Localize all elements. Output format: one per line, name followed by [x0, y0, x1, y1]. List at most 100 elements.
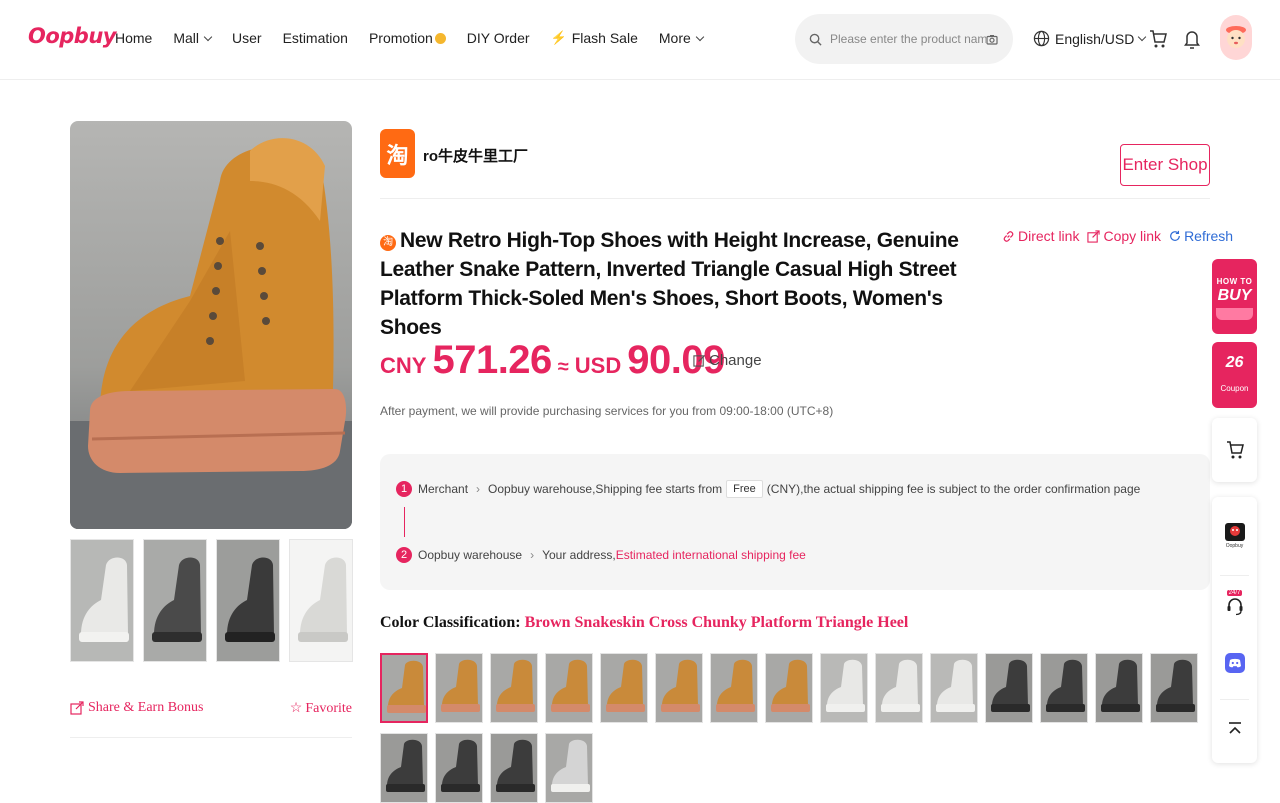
- share-earn-button[interactable]: Share & Earn Bonus: [70, 700, 203, 716]
- swatch-boot-image: [436, 734, 482, 802]
- color-swatch[interactable]: [710, 653, 758, 723]
- color-swatch[interactable]: [985, 653, 1033, 723]
- step-text-after: (CNY),the actual shipping fee is subject…: [766, 482, 1141, 496]
- color-swatch[interactable]: [1150, 653, 1198, 723]
- nav-user-label: User: [232, 30, 262, 46]
- nav-promotion[interactable]: Promotion: [369, 30, 446, 46]
- color-swatch[interactable]: [490, 733, 538, 803]
- thumbnail-boot-image: [217, 540, 279, 661]
- swatch-boot-image: [546, 734, 592, 802]
- price-cny-value: 571.26: [432, 338, 552, 382]
- color-swatch[interactable]: [1095, 653, 1143, 723]
- discord-button[interactable]: [1212, 645, 1257, 681]
- nav-home[interactable]: Home: [115, 30, 152, 46]
- color-swatch[interactable]: [490, 653, 538, 723]
- shop-name[interactable]: ro牛皮牛里工厂: [423, 145, 528, 166]
- how-to-buy-button[interactable]: HOW TO BUY: [1212, 259, 1257, 334]
- howto-decoration: [1216, 308, 1253, 320]
- nav-more[interactable]: More: [659, 30, 705, 46]
- color-swatch[interactable]: [765, 653, 813, 723]
- back-to-top-button[interactable]: [1212, 711, 1257, 747]
- change-label: Change: [709, 352, 762, 369]
- lightning-icon: ⚡: [550, 30, 567, 45]
- thumbnail-boot-image: [144, 540, 206, 661]
- step-number: 2: [396, 547, 412, 563]
- swatch-boot-image: [821, 654, 867, 722]
- globe-icon: [1033, 30, 1050, 47]
- nav-user[interactable]: User: [232, 30, 262, 46]
- mascot-icon: [1224, 522, 1245, 541]
- price-usd-currency: USD: [574, 353, 622, 378]
- nav-mall[interactable]: Mall: [173, 30, 213, 46]
- floating-cart-button[interactable]: [1212, 418, 1257, 482]
- price-approx-sign: ≈: [557, 356, 569, 378]
- divider: [380, 198, 1210, 199]
- site-logo[interactable]: Oopbuy: [28, 24, 116, 48]
- thumbnail-boot-image: [71, 540, 133, 661]
- language-currency-selector[interactable]: English/USD: [1033, 30, 1147, 47]
- product-link-actions: Direct link Copy link Refresh: [1002, 228, 1233, 244]
- top-navigation-bar: Oopbuy Home Mall User Estimation Promoti…: [0, 0, 1280, 80]
- user-avatar[interactable]: [1220, 15, 1252, 60]
- thumbnail-4[interactable]: [289, 539, 353, 662]
- brand-mini-button[interactable]: Oopbuy: [1212, 515, 1257, 555]
- color-swatch[interactable]: [655, 653, 703, 723]
- swatch-boot-image: [1041, 654, 1087, 722]
- color-swatch[interactable]: [875, 653, 923, 723]
- shipping-info-box: 1 Merchant › Oopbuy warehouse,Shipping f…: [380, 454, 1210, 590]
- color-swatch[interactable]: [435, 733, 483, 803]
- thumbnail-1[interactable]: [70, 539, 134, 662]
- color-swatch[interactable]: [435, 653, 483, 723]
- coupon-button[interactable]: 26 Coupon: [1212, 342, 1257, 408]
- favorite-button[interactable]: ☆ Favorite: [290, 700, 352, 717]
- search-bar: [795, 14, 1013, 64]
- chevron-down-icon: [695, 32, 705, 41]
- nav-estimation[interactable]: Estimation: [283, 30, 348, 46]
- change-currency-button[interactable]: Change: [693, 352, 762, 369]
- color-swatch[interactable]: [545, 653, 593, 723]
- thumbnail-2[interactable]: [143, 539, 207, 662]
- thumbnail-strip: [70, 539, 353, 662]
- swatch-boot-image: [876, 654, 922, 722]
- nav-diy-order[interactable]: DIY Order: [467, 30, 530, 46]
- color-swatch[interactable]: [600, 653, 648, 723]
- chevron-down-icon: [203, 32, 213, 41]
- swatch-boot-image: [766, 654, 812, 722]
- refresh-icon: [1170, 230, 1180, 241]
- camera-icon[interactable]: [986, 34, 998, 45]
- price-row: CNY 571.26 ≈ USD 90.09: [380, 338, 725, 383]
- coupon-label: Coupon: [1220, 384, 1249, 393]
- swatch-boot-image: [436, 654, 482, 722]
- language-label: English/USD: [1055, 30, 1135, 47]
- share-icon: [70, 701, 84, 715]
- howto-line-1: HOW TO: [1216, 277, 1253, 286]
- color-swatch[interactable]: [380, 653, 428, 723]
- copy-link-button[interactable]: Copy link: [1087, 228, 1161, 244]
- howto-line-2: BUY: [1217, 287, 1252, 304]
- product-main-image[interactable]: [70, 121, 352, 529]
- external-link-icon: [1087, 229, 1101, 243]
- color-swatch[interactable]: [1040, 653, 1088, 723]
- shipping-step-1: 1 Merchant › Oopbuy warehouse,Shipping f…: [396, 480, 1140, 498]
- thumbnail-3[interactable]: [216, 539, 280, 662]
- refresh-button[interactable]: Refresh: [1169, 228, 1233, 244]
- search-input[interactable]: [830, 32, 986, 46]
- nav-mall-label: Mall: [173, 30, 200, 46]
- cart-icon[interactable]: [1148, 28, 1168, 50]
- color-swatch[interactable]: [545, 733, 593, 803]
- swatch-boot-image: [546, 654, 592, 722]
- star-icon: ☆: [289, 701, 303, 716]
- estimate-shipping-link[interactable]: Estimated international shipping fee: [616, 548, 806, 562]
- direct-link-button[interactable]: Direct link: [1002, 228, 1079, 244]
- color-swatch[interactable]: [930, 653, 978, 723]
- color-swatch[interactable]: [820, 653, 868, 723]
- taobao-shop-logo[interactable]: 淘: [380, 129, 415, 178]
- divider: [1220, 699, 1249, 700]
- enter-shop-button[interactable]: Enter Shop: [1120, 144, 1210, 186]
- support-button[interactable]: 24/7: [1212, 583, 1257, 623]
- bell-icon[interactable]: [1182, 28, 1202, 50]
- swatch-boot-image: [382, 655, 426, 721]
- color-swatch[interactable]: [380, 733, 428, 803]
- nav-flash-sale[interactable]: ⚡ Flash Sale: [551, 30, 638, 46]
- promotion-badge-icon: [434, 32, 446, 44]
